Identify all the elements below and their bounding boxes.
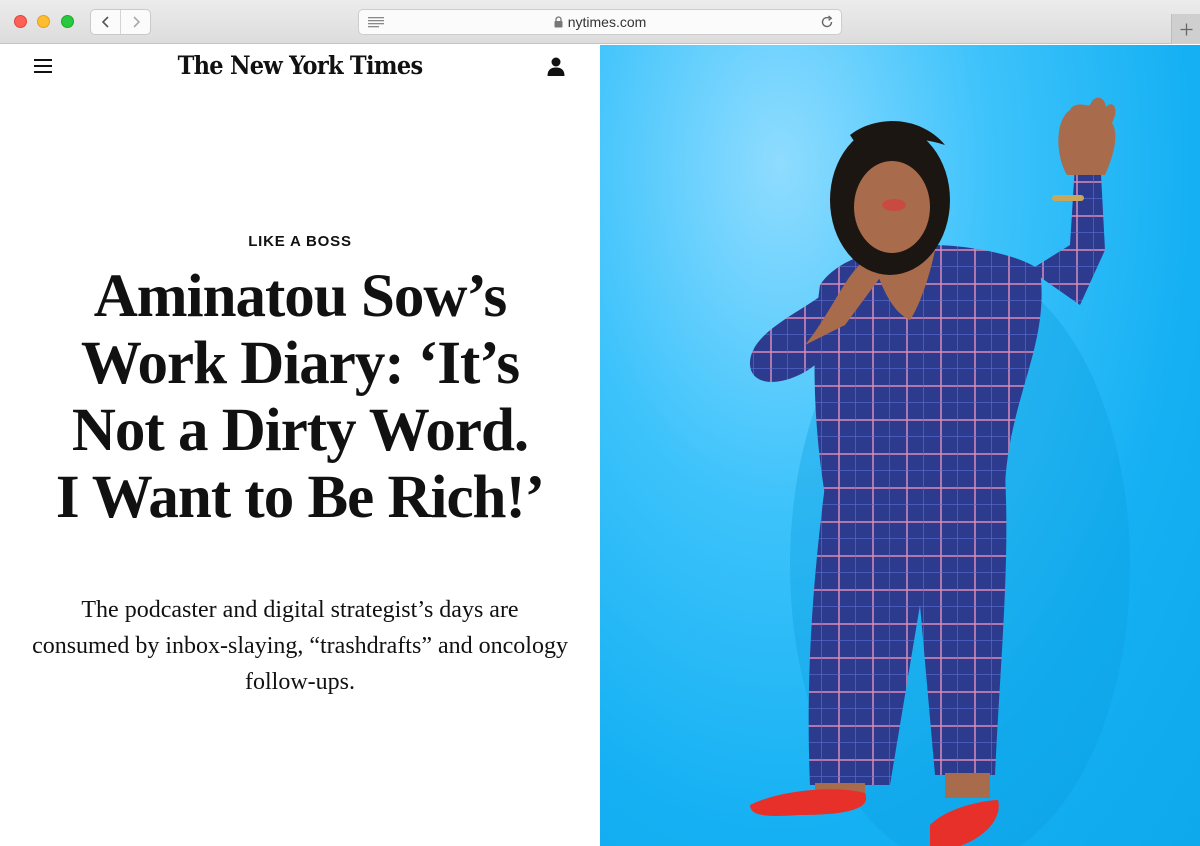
- lock-icon: [554, 16, 563, 28]
- article-kicker[interactable]: LIKE A BOSS: [0, 233, 600, 250]
- headline-line: Work Diary: ‘It’s: [80, 330, 520, 397]
- red-shoe: [750, 789, 867, 816]
- portrait-illustration: [749, 97, 1130, 846]
- lead-photo: [600, 45, 1200, 846]
- masthead-logo[interactable]: The New York Times: [30, 51, 570, 80]
- chevron-left-icon: [101, 16, 109, 28]
- plus-icon: [1180, 23, 1192, 35]
- browser-toolbar: nytimes.com: [0, 0, 1200, 44]
- url-text: nytimes.com: [567, 14, 647, 30]
- headline-line: Not a Dirty Word.: [71, 397, 529, 464]
- chevron-right-icon: [133, 16, 140, 28]
- article-headline: Aminatou Sow’s Work Diary: ‘It’s Not a D…: [30, 263, 570, 531]
- window-close-button[interactable]: [14, 15, 27, 28]
- article-summary: The podcaster and digital strategist’s d…: [32, 597, 568, 695]
- back-button[interactable]: [91, 10, 120, 34]
- forward-button[interactable]: [120, 10, 150, 34]
- history-nav: [90, 9, 151, 35]
- new-tab-button[interactable]: [1171, 14, 1200, 44]
- user-icon[interactable]: [547, 57, 565, 76]
- window-zoom-button[interactable]: [61, 15, 74, 28]
- article-header: The New York Times LIKE A BOSS Aminatou …: [0, 45, 600, 846]
- headline-line: I Want to Be Rich!’: [55, 464, 545, 531]
- reload-icon[interactable]: [819, 14, 835, 30]
- address-bar[interactable]: nytimes.com: [358, 9, 842, 35]
- window-minimize-button[interactable]: [37, 15, 50, 28]
- raised-arm: [1030, 155, 1105, 305]
- headline-line: Aminatou Sow’s: [93, 263, 508, 330]
